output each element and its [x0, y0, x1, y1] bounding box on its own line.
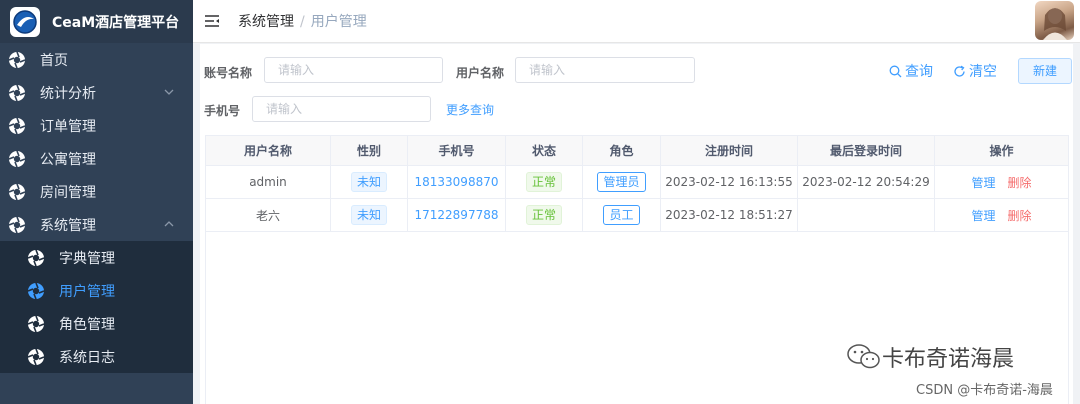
sidebar-item-label: 公寓管理	[40, 151, 96, 168]
app-title: CeaM酒店管理平台	[52, 14, 180, 31]
account-label: 账号名称	[204, 66, 253, 80]
manage-link[interactable]: 管理	[971, 207, 995, 224]
registered-cell: 2023-02-12 16:13:55	[661, 166, 798, 198]
menu-fold-icon[interactable]	[204, 13, 220, 29]
top-header: 系统管理 / 用户管理	[193, 0, 1080, 43]
role-tag: 员工	[603, 205, 640, 225]
column-header: 注册时间	[661, 136, 798, 165]
sidebar-item-label: 房间管理	[40, 184, 96, 201]
sidebar: CeaM酒店管理平台 首页 统计分析 订单管理 公寓管理 房间管理 系统管理 字…	[0, 0, 193, 404]
sidebar-item-label: 订单管理	[40, 118, 96, 135]
avatar[interactable]	[1035, 1, 1074, 40]
phone-link[interactable]: 18133098870	[415, 175, 499, 189]
breadcrumb-current: 用户管理	[310, 14, 367, 30]
submenu-item-dictionary[interactable]: 字典管理	[0, 241, 193, 274]
table-row: 老六 未知 17122897788 正常 员工 2023-02-12 18:51…	[206, 199, 1068, 232]
phone-label: 手机号	[204, 104, 241, 118]
aperture-icon	[27, 315, 45, 332]
submenu-item-roles[interactable]: 角色管理	[0, 307, 193, 340]
account-input[interactable]: 请输入	[264, 57, 443, 83]
sidebar-item-system[interactable]: 系统管理	[0, 208, 193, 241]
phone-link[interactable]: 17122897788	[415, 208, 499, 222]
user-name-cell: 老六	[206, 199, 331, 231]
manage-link[interactable]: 管理	[971, 174, 995, 191]
wechat-icon	[847, 344, 880, 369]
aperture-icon	[27, 348, 45, 365]
app-logo-icon	[10, 6, 40, 37]
status-cell: 正常	[506, 166, 583, 198]
breadcrumb-parent[interactable]: 系统管理	[238, 14, 294, 30]
new-button[interactable]: 新建	[1018, 58, 1072, 84]
chevron-down-icon	[164, 89, 174, 95]
actions-cell: 管理 删除	[935, 166, 1068, 198]
table-row: admin 未知 18133098870 正常 管理员 2023-02-12 1…	[206, 166, 1068, 199]
submenu-item-users[interactable]: 用户管理	[0, 274, 193, 307]
breadcrumb-separator: /	[300, 14, 305, 30]
sidebar-item-label: 首页	[40, 52, 68, 69]
submenu-item-label: 用户管理	[59, 283, 115, 300]
column-header: 用户名称	[206, 136, 331, 165]
submenu-item-label: 系统日志	[59, 349, 115, 366]
refresh-icon	[954, 65, 965, 77]
column-header: 手机号	[408, 136, 506, 165]
column-header: 性别	[331, 136, 408, 165]
column-header: 状态	[506, 136, 583, 165]
breadcrumb: 系统管理 / 用户管理	[238, 11, 367, 31]
aperture-icon	[8, 51, 26, 68]
sidebar-item-label: 统计分析	[40, 85, 96, 102]
aperture-icon	[8, 150, 26, 167]
sidebar-item-orders[interactable]: 订单管理	[0, 109, 193, 142]
search-icon	[889, 65, 902, 77]
column-header: 角色	[583, 136, 661, 165]
gender-tag: 未知	[350, 205, 387, 225]
gender-tag: 未知	[350, 172, 387, 192]
aperture-icon	[8, 216, 26, 233]
phone-cell: 18133098870	[408, 166, 506, 198]
status-tag: 正常	[525, 205, 562, 225]
actions-cell: 管理 删除	[935, 199, 1068, 231]
column-header: 最后登录时间	[798, 136, 935, 165]
username-input[interactable]: 请输入	[515, 57, 695, 83]
chevron-up-icon	[164, 221, 174, 227]
aperture-icon	[8, 84, 26, 101]
last-login-cell: 2023-02-12 20:54:29	[798, 166, 935, 198]
role-cell: 员工	[583, 199, 661, 231]
aperture-icon	[8, 117, 26, 134]
sidebar-item-label: 系统管理	[40, 217, 96, 234]
gender-cell: 未知	[331, 199, 408, 231]
aperture-icon	[27, 249, 45, 266]
user-name-cell: admin	[206, 166, 331, 198]
clear-button[interactable]: 清空	[953, 61, 997, 81]
registered-cell: 2023-02-12 18:51:27	[661, 199, 798, 231]
watermark-text: 卡布奇诺海晨	[882, 347, 1015, 372]
submenu-item-label: 字典管理	[59, 250, 115, 267]
more-query-link[interactable]: 更多查询	[446, 101, 494, 118]
sidebar-item-statistics[interactable]: 统计分析	[0, 76, 193, 109]
csdn-watermark: CSDN @卡布奇诺-海晨	[916, 383, 1053, 398]
submenu-system: 字典管理 用户管理 角色管理 系统日志	[0, 241, 193, 373]
watermark: 卡布奇诺海晨	[846, 341, 1014, 373]
submenu-item-label: 角色管理	[59, 316, 115, 333]
role-tag: 管理员	[597, 172, 646, 192]
last-login-cell	[798, 199, 935, 231]
sidebar-item-home[interactable]: 首页	[0, 43, 193, 76]
delete-link[interactable]: 删除	[1008, 207, 1032, 224]
phone-input[interactable]: 请输入	[252, 96, 431, 122]
role-cell: 管理员	[583, 166, 661, 198]
username-label: 用户名称	[456, 66, 505, 80]
phone-cell: 17122897788	[408, 199, 506, 231]
sidebar-item-rooms[interactable]: 房间管理	[0, 175, 193, 208]
sidebar-item-apartments[interactable]: 公寓管理	[0, 142, 193, 175]
table-header: 用户名称 性别 手机号 状态 角色 注册时间 最后登录时间 操作	[206, 136, 1068, 166]
query-button[interactable]: 查询	[889, 61, 933, 81]
aperture-icon	[8, 183, 26, 200]
status-tag: 正常	[525, 172, 562, 192]
submenu-item-logs[interactable]: 系统日志	[0, 340, 193, 373]
gender-cell: 未知	[331, 166, 408, 198]
status-cell: 正常	[506, 199, 583, 231]
aperture-icon	[27, 282, 45, 299]
delete-link[interactable]: 删除	[1008, 174, 1032, 191]
column-header: 操作	[989, 144, 1014, 158]
brand[interactable]: CeaM酒店管理平台	[0, 0, 193, 43]
